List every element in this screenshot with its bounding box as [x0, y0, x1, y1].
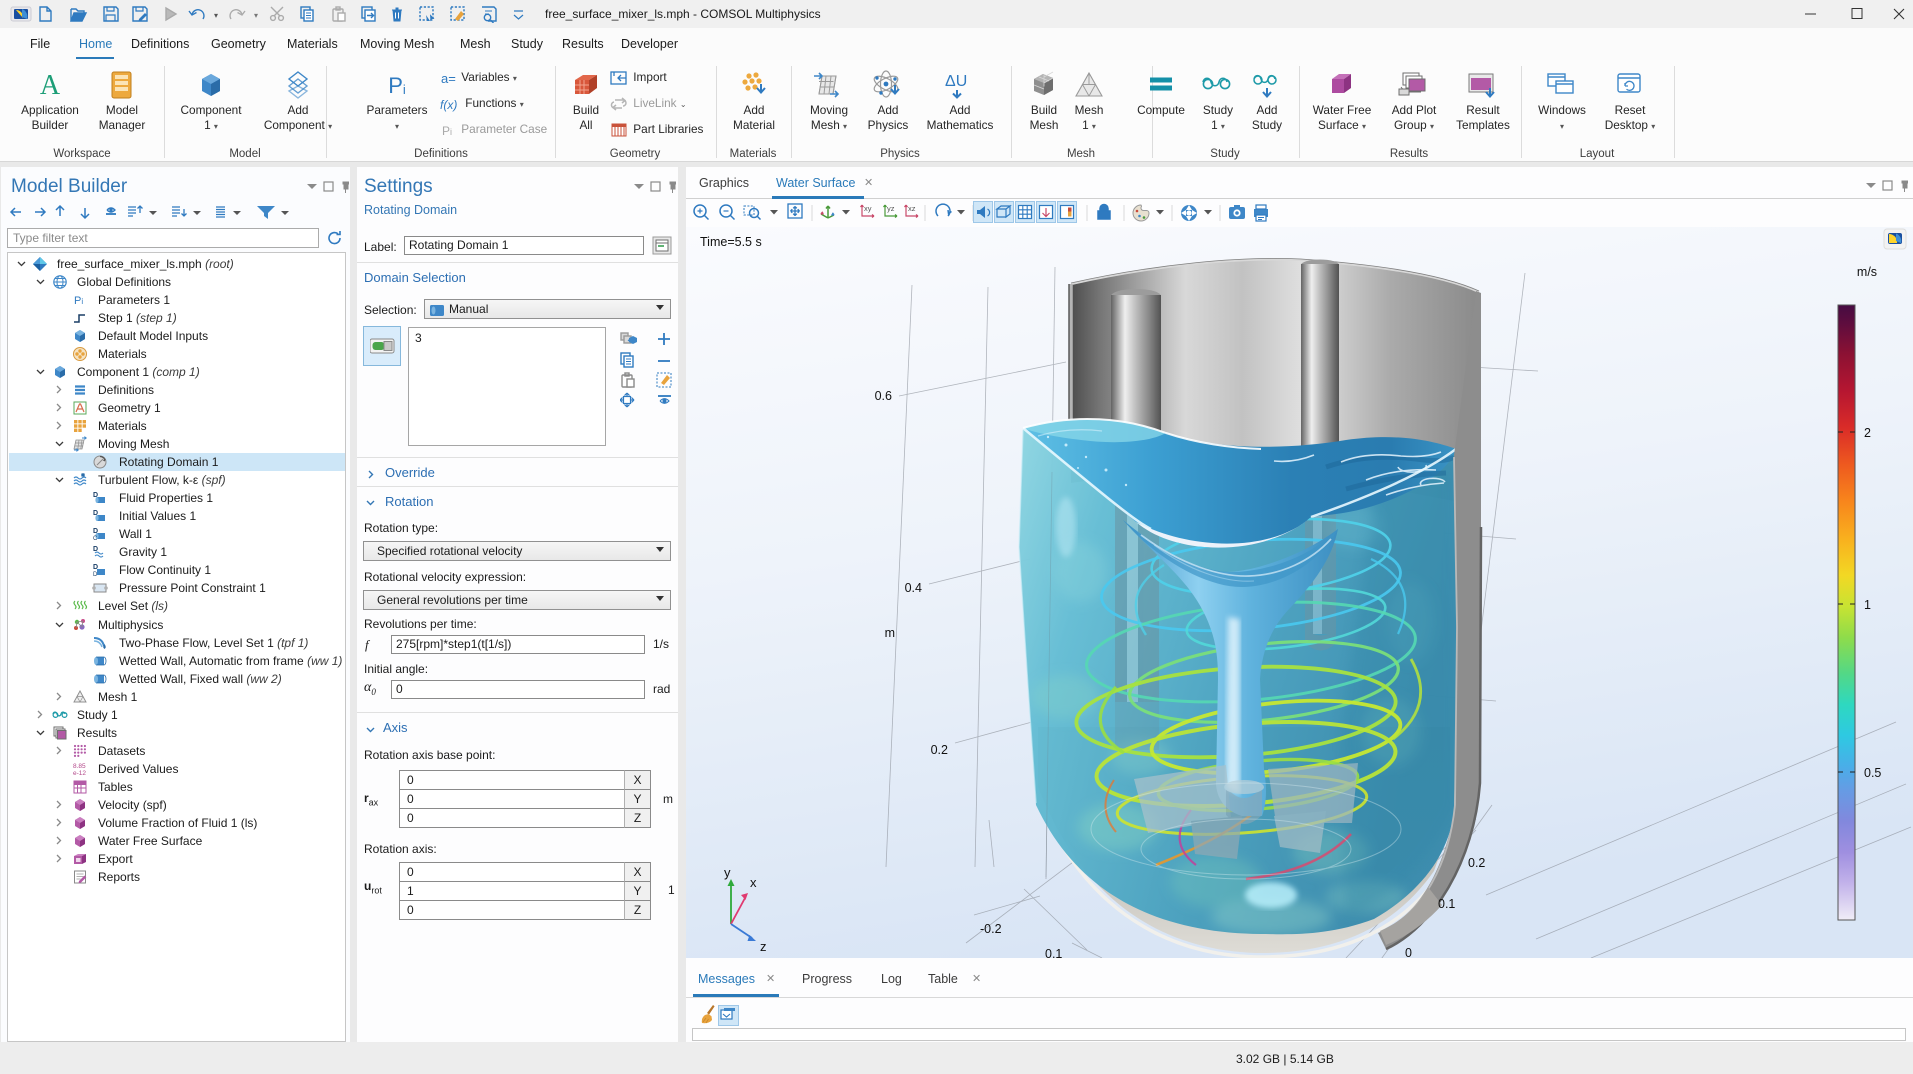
svg-text:Pi: Pi — [442, 124, 452, 138]
svg-text:f(x): f(x) — [440, 98, 457, 112]
svg-text:x: x — [750, 875, 757, 890]
svg-text:y: y — [724, 865, 731, 880]
svg-text:▾: ▾ — [214, 11, 218, 20]
svg-text:Pi: Pi — [388, 73, 406, 98]
svg-text:8.85: 8.85 — [73, 763, 86, 770]
svg-text:0.1: 0.1 — [1045, 947, 1062, 958]
svg-text:0.2: 0.2 — [1468, 856, 1485, 870]
svg-text:2: 2 — [1864, 426, 1871, 440]
svg-text:m: m — [885, 626, 895, 640]
svg-text:m/s: m/s — [1857, 265, 1877, 279]
svg-text:▾: ▾ — [254, 11, 258, 20]
svg-text:xy: xy — [864, 204, 872, 213]
svg-text:0.1: 0.1 — [1438, 897, 1455, 911]
svg-text:0.6: 0.6 — [875, 389, 892, 403]
svg-text:xz: xz — [908, 204, 916, 213]
svg-text:D: D — [93, 572, 98, 578]
svg-text:0.5: 0.5 — [1864, 766, 1881, 780]
svg-text:0.2: 0.2 — [931, 743, 948, 757]
svg-text:0: 0 — [1405, 946, 1412, 958]
svg-text:a=: a= — [441, 71, 456, 86]
svg-text:0.4: 0.4 — [905, 581, 922, 595]
svg-text:ΔU: ΔU — [945, 73, 967, 90]
svg-text:Time=5.5 s: Time=5.5 s — [700, 235, 762, 249]
svg-text:1: 1 — [1864, 598, 1871, 612]
svg-text:-0.2: -0.2 — [980, 922, 1002, 936]
svg-text:yz: yz — [887, 204, 895, 213]
svg-text:e-12: e-12 — [73, 770, 86, 777]
svg-text:z: z — [760, 939, 767, 954]
svg-text:C: C — [93, 536, 98, 542]
svg-text:Pi: Pi — [74, 295, 83, 307]
svg-text:A: A — [40, 70, 61, 100]
